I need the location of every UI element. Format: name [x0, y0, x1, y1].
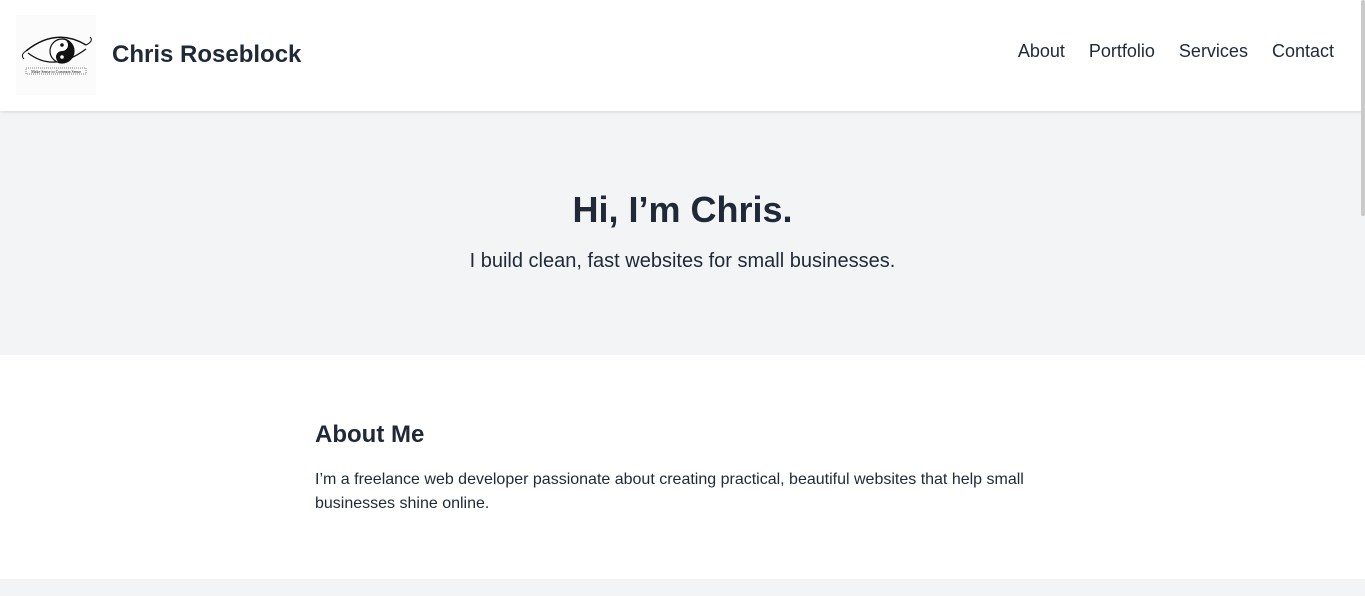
about-body: I’m a freelance web developer passionate…	[315, 471, 1024, 512]
nav-link-about[interactable]: About	[1018, 38, 1065, 64]
yin-yang-eye-logo-icon: Make Sense to Common Sense	[21, 36, 92, 75]
site-logo[interactable]: Make Sense to Common Sense	[16, 15, 96, 95]
nav-link-contact[interactable]: Contact	[1272, 38, 1334, 64]
hero-subtitle: I build clean, fast websites for small b…	[469, 250, 896, 272]
nav-link-portfolio[interactable]: Portfolio	[1089, 38, 1155, 64]
hero-title: Hi, I’m Chris.	[572, 189, 793, 230]
next-section-edge	[0, 579, 1365, 596]
main-nav: About Portfolio Services Contact	[1018, 38, 1334, 64]
about-section: About Me I’m a freelance web developer p…	[315, 418, 1050, 516]
site-header: Make Sense to Common Sense Chris Roseblo…	[0, 0, 1365, 111]
about-heading: About Me	[315, 421, 425, 448]
nav-link-services[interactable]: Services	[1179, 38, 1248, 64]
hero-section: Hi, I’m Chris. I build clean, fast websi…	[0, 111, 1365, 355]
page-scrollbar[interactable]	[1361, 0, 1365, 216]
svg-text:Make Sense to Common Sense: Make Sense to Common Sense	[31, 69, 81, 74]
site-title[interactable]: Chris Roseblock	[112, 40, 301, 70]
